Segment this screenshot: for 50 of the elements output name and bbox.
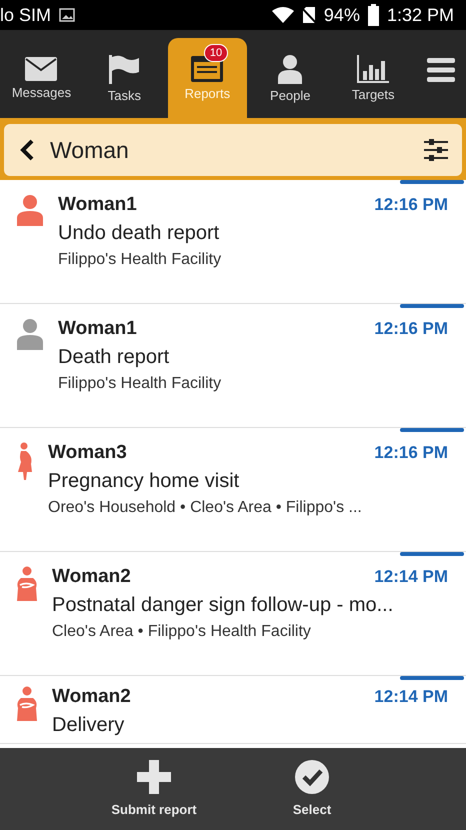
nav-tab[interactable]: People xyxy=(250,38,330,118)
contact-name: Woman1 xyxy=(58,194,137,216)
form-name: Delivery xyxy=(52,714,126,737)
nav-tab[interactable]: Reports 10 xyxy=(168,38,247,118)
place-path: Oreo's Household • Cleo's Area • Filippo's ... xyxy=(48,499,363,517)
count-badge: 10 xyxy=(204,44,228,62)
no-sim-icon xyxy=(302,6,316,24)
report-time: 12:14 PM xyxy=(374,567,448,587)
contact-name: Woman2 xyxy=(52,566,131,588)
report-row[interactable]: Woman1 12:16 PM Undo death report Filippo's Health Facility xyxy=(0,180,466,304)
report-time: 12:16 PM xyxy=(374,443,448,463)
report-time: 12:16 PM xyxy=(374,195,448,215)
report-time: 12:14 PM xyxy=(374,687,448,707)
report-row[interactable]: Woman2 12:14 PM Postnatal danger sign follow-up - mo... Cleo's Area • Filippo's Health Facility xyxy=(0,552,466,676)
bar-chart-icon xyxy=(357,54,390,82)
place-path: Filippo's Health Facility xyxy=(58,251,222,269)
battery-icon xyxy=(368,4,379,26)
report-icon xyxy=(191,56,224,82)
nav-tab[interactable]: Targets xyxy=(334,38,413,118)
report-row[interactable]: Woman1 12:16 PM Death report Filippo's Health Facility xyxy=(0,304,466,428)
back-icon[interactable] xyxy=(20,139,34,161)
report-row[interactable]: Woman2 12:14 PM Delivery xyxy=(0,676,466,744)
flag-icon xyxy=(108,54,140,84)
action-button[interactable]: Submit report xyxy=(106,760,202,830)
form-name: Pregnancy home visit xyxy=(48,470,240,493)
form-name: Death report xyxy=(58,346,170,369)
envelope-icon xyxy=(25,56,58,80)
form-name: Postnatal danger sign follow-up - mo... xyxy=(52,594,394,617)
contact-name: Woman2 xyxy=(52,686,131,708)
checkmark-icon xyxy=(295,760,329,794)
nav-tab[interactable]: Tasks xyxy=(84,38,164,118)
wifi-icon xyxy=(272,7,294,23)
place-path: Filippo's Health Facility xyxy=(58,375,222,393)
menu-icon xyxy=(427,58,456,82)
action-button[interactable]: Select xyxy=(264,760,360,830)
nav-tab[interactable]: Messages xyxy=(2,38,81,118)
image-icon xyxy=(59,8,76,22)
sliders-icon[interactable] xyxy=(424,139,448,161)
carrier-text: lo SIM xyxy=(0,4,52,26)
person-icon xyxy=(277,54,304,84)
contact-name: Woman1 xyxy=(58,318,137,340)
filter-title: Woman xyxy=(50,136,130,164)
report-time: 12:16 PM xyxy=(374,319,448,339)
report-row[interactable]: Woman3 12:16 PM Pregnancy home visit Oreo's Household • Cleo's Area • Filippo's ... xyxy=(0,428,466,552)
battery-percent: 94% xyxy=(324,4,360,26)
place-path: Cleo's Area • Filippo's Health Facility xyxy=(52,623,312,641)
contact-name: Woman3 xyxy=(48,442,127,464)
plus-icon xyxy=(137,760,171,794)
clock: 1:32 PM xyxy=(386,4,454,26)
form-name: Undo death report xyxy=(58,222,220,245)
